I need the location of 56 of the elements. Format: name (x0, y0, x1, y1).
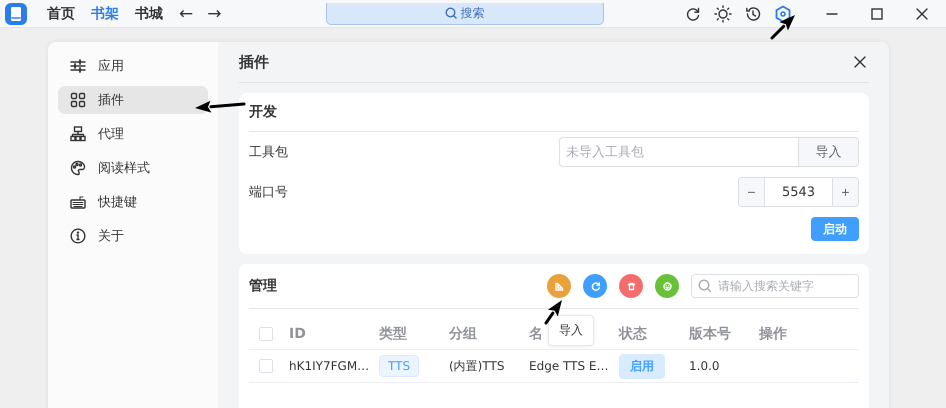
table-cell: Edge TTS E… (529, 359, 608, 373)
forward-button[interactable]: → (207, 4, 222, 24)
smiley-icon (660, 280, 674, 292)
back-button[interactable]: ← (179, 4, 194, 24)
section-title: 管理 (249, 277, 277, 295)
close-icon[interactable] (854, 56, 866, 68)
column-header: 版本号 (689, 325, 731, 343)
sidebar-item[interactable]: 代理 (58, 120, 208, 148)
checkbox[interactable] (259, 327, 273, 341)
column-header: 类型 (379, 325, 407, 343)
settings-icon[interactable] (774, 4, 792, 22)
status-tag: 启用 (619, 354, 665, 378)
sun-icon[interactable] (714, 4, 732, 22)
book-icon[interactable] (5, 2, 27, 24)
grid-icon (70, 92, 86, 108)
palette-icon (70, 160, 86, 176)
section-title: 开发 (249, 93, 859, 132)
checkbox[interactable] (259, 359, 273, 373)
nav-tab[interactable]: 书架 (91, 4, 119, 22)
sidebar-item[interactable]: 阅读样式 (58, 154, 208, 182)
sidebar-item[interactable]: 快捷键 (58, 188, 208, 216)
nav-tab[interactable]: 首页 (47, 4, 75, 22)
column-header: 状态 (619, 325, 647, 343)
history-icon[interactable] (744, 6, 760, 22)
refresh-icon (588, 280, 602, 292)
delete-button[interactable] (619, 274, 643, 298)
table-cell: 1.0.0 (689, 359, 720, 373)
sidebar-item[interactable]: 关于 (58, 222, 208, 250)
column-header: ID (289, 326, 306, 342)
increment-button[interactable]: + (832, 177, 859, 207)
sitemap-icon (70, 126, 86, 142)
table-cell: (内置)TTS (449, 358, 504, 374)
search-icon (698, 279, 712, 293)
column-header: 分组 (449, 325, 477, 343)
dialog-title: 插件 (239, 52, 269, 72)
search-icon (444, 7, 456, 19)
nav-tab[interactable]: 书城 (135, 4, 163, 22)
table-cell: hK1IY7FGM… (289, 359, 370, 373)
import-button[interactable]: 导入 (799, 137, 859, 167)
sliders-icon (70, 58, 86, 74)
refresh-icon[interactable] (684, 6, 700, 22)
column-header: 名 (529, 325, 543, 343)
info-icon (70, 228, 86, 244)
search-field[interactable]: 搜索 (326, 2, 604, 24)
tooltip: 导入 (548, 315, 594, 346)
decrement-button[interactable]: − (738, 177, 765, 207)
close-icon[interactable] (916, 8, 928, 20)
field-label: 工具包 (249, 144, 288, 161)
sidebar-item[interactable]: 应用 (58, 52, 208, 80)
keyboard-icon (70, 194, 86, 210)
field-label: 端口号 (249, 184, 288, 201)
refresh-button[interactable] (583, 274, 607, 298)
column-header: 操作 (759, 325, 787, 343)
type-tag: TTS (379, 355, 420, 377)
sidebar-item[interactable]: 插件 (58, 86, 208, 114)
maximize-icon[interactable] (870, 8, 882, 20)
